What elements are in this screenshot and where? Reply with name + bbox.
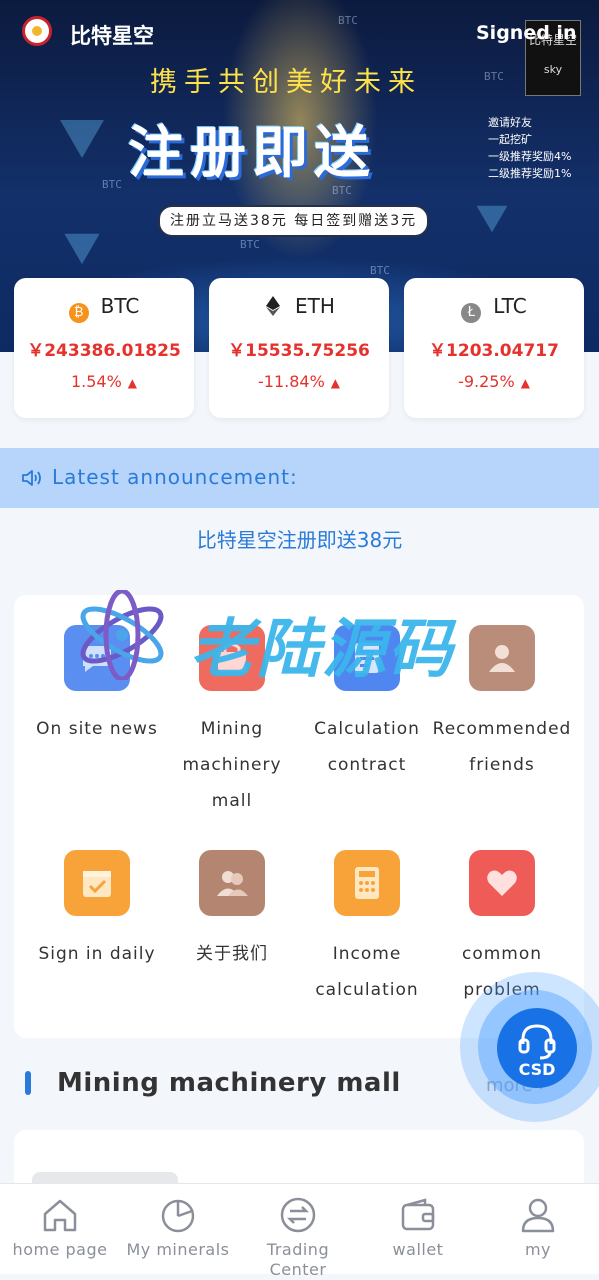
bottom-tab-bar: home page My minerals Trading Center wal… [0, 1183, 599, 1279]
calendar-check-icon [64, 850, 130, 916]
ticker-change-value: 1.54% [70, 372, 122, 391]
tab-label: wallet [392, 1240, 444, 1259]
support-label: CSD [518, 1060, 556, 1079]
tab-my[interactable]: my [478, 1196, 598, 1260]
signed-in-button[interactable]: Signed in [476, 22, 576, 44]
headset-icon [518, 1024, 556, 1060]
arrow-up-icon: ▲ [330, 376, 340, 390]
menu-label: Income calculation [315, 944, 419, 1000]
tab-home[interactable]: home page [0, 1196, 120, 1260]
banner-pill: 注册立马送38元 每日签到赠送3元 [158, 205, 430, 237]
bg-tag: BTC [370, 264, 390, 277]
menu-label: Mining machinery mall [182, 719, 282, 811]
ticker-head: ₿ BTC [14, 294, 194, 323]
ticker-card-btc[interactable]: ₿ BTC ￥243386.01825 1.54% ▲ [14, 278, 194, 418]
ticker-price: ￥1203.04717 [429, 341, 559, 361]
bg-tag: BTC [240, 238, 260, 251]
ticker-symbol: ETH [295, 294, 335, 318]
promo-line: 二级推荐奖励1% [488, 167, 572, 180]
ticker-card-ltc[interactable]: Ł LTC ￥1203.04717 -9.25% ▲ [404, 278, 584, 418]
promo-line: 一级推荐奖励4% [488, 150, 572, 163]
watermark-text: 老陆源码 [190, 613, 454, 687]
ticker-symbol: LTC [493, 294, 527, 318]
tab-label: My minerals [126, 1240, 230, 1259]
bg-tag: BTC [102, 178, 122, 191]
tab-label: my [524, 1240, 552, 1259]
section-title: Mining machinery mall [57, 1068, 401, 1098]
tab-label: home page [12, 1240, 108, 1259]
decor-triangle [64, 233, 100, 265]
menu-label: On site news [36, 719, 158, 739]
promo-list: 邀请好友 一起挖矿 一级推荐奖励4% 二级推荐奖励1% [488, 114, 571, 182]
ticker-change: -9.25% ▲ [404, 372, 584, 391]
menu-label: 关于我们 [196, 944, 268, 964]
promo-line: 邀请好友 [488, 116, 532, 129]
ticker-price: ￥15535.75256 [228, 341, 370, 361]
menu-item-income-calc[interactable]: Income calculation [297, 850, 437, 1008]
arrow-up-icon: ▲ [520, 376, 530, 390]
wallet-icon [401, 1198, 435, 1231]
menu-label: Recommended friends [432, 719, 572, 775]
announcement-text[interactable]: 比特星空注册即送38元 [0, 524, 599, 553]
bg-tag: BTC [484, 70, 504, 83]
app-logo [22, 16, 52, 46]
tab-my-minerals[interactable]: My minerals [118, 1196, 238, 1260]
tab-label: Trading Center [266, 1240, 330, 1279]
decor-triangle [476, 205, 508, 233]
badge-bottom-text: sky [543, 63, 563, 76]
bitcoin-icon: ₿ [68, 303, 89, 323]
ticker-change-value: -11.84% [257, 372, 325, 391]
ticker-price: ￥243386.01825 [27, 341, 181, 361]
users-icon [199, 850, 265, 916]
ticker-change: -11.84% ▲ [209, 372, 389, 391]
banner-headline: 注册即送 [128, 121, 376, 186]
customer-service-button[interactable]: CSD [497, 1008, 577, 1088]
menu-label: Sign in daily [38, 944, 156, 964]
calculator-icon [334, 850, 400, 916]
menu-item-about-us[interactable]: 关于我们 [162, 850, 302, 972]
exchange-icon [280, 1197, 316, 1233]
section-accent-bar [25, 1071, 31, 1095]
decor-triangle [60, 120, 104, 158]
ticker-symbol: BTC [100, 294, 140, 318]
ticker-head: ETH [209, 294, 389, 318]
app-title: 比特星空 [70, 24, 154, 48]
home-icon [43, 1199, 77, 1232]
promo-line: 一起挖矿 [488, 133, 532, 146]
ticker-head: Ł LTC [404, 294, 584, 323]
litecoin-icon: Ł [461, 303, 482, 323]
heart-icon [469, 850, 535, 916]
atom-logo-icon [80, 590, 164, 680]
tab-wallet[interactable]: wallet [358, 1196, 478, 1260]
bg-tag: BTC [338, 14, 358, 27]
ticker-change: 1.54% ▲ [14, 372, 194, 391]
menu-item-sign-in-daily[interactable]: Sign in daily [27, 850, 167, 972]
ticker-card-eth[interactable]: ETH ￥15535.75256 -11.84% ▲ [209, 278, 389, 418]
ethereum-icon [263, 296, 283, 316]
announcement-label: Latest announcement: [52, 465, 298, 489]
friends-icon [469, 625, 535, 691]
speaker-icon [22, 470, 41, 486]
banner-slogan: 携手共创美好未来 [150, 67, 422, 98]
arrow-up-icon: ▲ [127, 376, 138, 390]
ticker-change-value: -9.25% [458, 372, 515, 391]
user-icon [521, 1198, 555, 1233]
pie-chart-icon [161, 1199, 195, 1233]
tab-trading-center[interactable]: Trading Center [238, 1196, 358, 1280]
menu-label: Calculation contract [314, 719, 420, 775]
